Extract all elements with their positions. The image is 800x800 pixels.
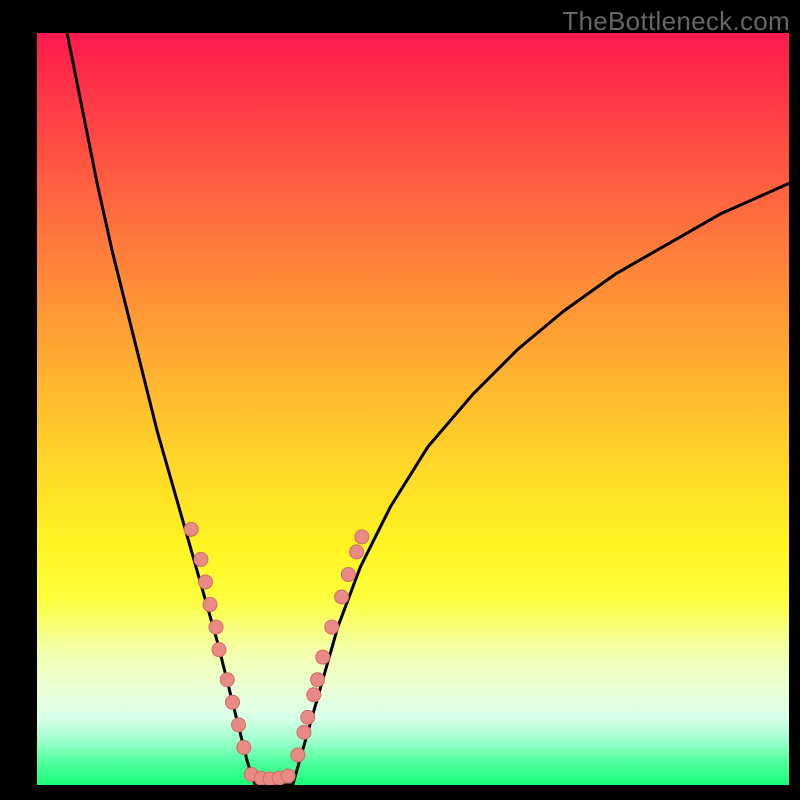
- marker-dot: [198, 575, 212, 589]
- marker-dot: [203, 598, 217, 612]
- chart-svg: [37, 33, 789, 785]
- plot-area: [37, 33, 789, 785]
- marker-dot: [355, 530, 369, 544]
- marker-dot: [291, 748, 305, 762]
- marker-dot: [297, 725, 311, 739]
- marker-dot: [212, 643, 226, 657]
- marker-dot: [237, 740, 251, 754]
- marker-dot: [281, 769, 295, 783]
- curve-markers: [184, 522, 369, 785]
- marker-dot: [341, 567, 355, 581]
- marker-dot: [316, 650, 330, 664]
- marker-dot: [232, 718, 246, 732]
- marker-dot: [209, 620, 223, 634]
- marker-dot: [335, 590, 349, 604]
- series-right-curve: [293, 183, 789, 785]
- marker-dot: [325, 620, 339, 634]
- marker-dot: [220, 673, 234, 687]
- marker-dot: [226, 695, 240, 709]
- curve-lines: [67, 33, 789, 785]
- marker-dot: [307, 688, 321, 702]
- chart-frame: TheBottleneck.com: [0, 0, 800, 800]
- marker-dot: [311, 673, 325, 687]
- series-left-curve: [67, 33, 255, 785]
- marker-dot: [301, 710, 315, 724]
- marker-dot: [194, 552, 208, 566]
- marker-dot: [184, 522, 198, 536]
- marker-dot: [350, 545, 364, 559]
